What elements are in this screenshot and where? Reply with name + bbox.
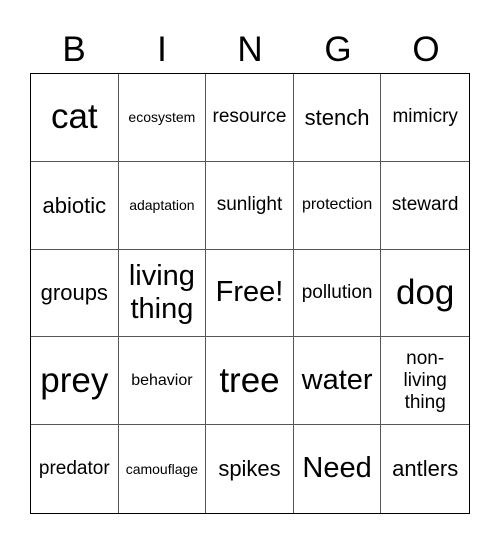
bingo-cell[interactable]: tree: [206, 337, 294, 426]
bingo-cell-text: camouflage: [125, 461, 199, 478]
bingo-cell[interactable]: antlers: [381, 425, 469, 513]
header-letter-n: N: [237, 30, 263, 69]
header-letter-b: B: [62, 30, 86, 69]
bingo-cell-text: water: [301, 364, 373, 397]
bingo-cell[interactable]: steward: [381, 162, 469, 250]
bingo-cell[interactable]: ecosystem: [118, 74, 207, 162]
bingo-cell[interactable]: living thing: [118, 249, 207, 338]
bingo-cell-text: steward: [391, 194, 459, 216]
bingo-cell[interactable]: water: [293, 337, 382, 426]
bingo-cell[interactable]: predator: [31, 425, 119, 513]
bingo-cell-text: Free!: [215, 276, 284, 309]
header-letter-g: G: [324, 30, 352, 69]
bingo-cell-text: dog: [395, 272, 455, 312]
bingo-cell[interactable]: mimicry: [381, 74, 469, 162]
bingo-cell-text: living thing: [128, 259, 195, 325]
bingo-cell-text: mimicry: [392, 106, 458, 128]
bingo-cell-text: predator: [38, 458, 110, 480]
bingo-cell-text: protection: [301, 196, 373, 213]
bingo-cell-text: adaptation: [129, 197, 195, 214]
header-letter-i: I: [157, 30, 167, 69]
bingo-header: B I N G O: [30, 30, 470, 70]
bingo-cell-text: non-living thing: [403, 348, 447, 413]
bingo-cell[interactable]: protection: [293, 161, 382, 250]
bingo-cell-text: spikes: [218, 456, 281, 482]
bingo-cell[interactable]: non-living thing: [381, 337, 469, 426]
bingo-cell-text: behavior: [131, 371, 193, 389]
bingo-cell-text: resource: [212, 106, 287, 128]
bingo-cell[interactable]: cat: [31, 74, 119, 162]
bingo-cell-text: prey: [40, 360, 109, 400]
bingo-card-grid: cat ecosystem resource stench mimicry abiotic…: [30, 73, 470, 514]
bingo-cell[interactable]: Need: [294, 425, 382, 513]
bingo-cell[interactable]: stench: [293, 74, 382, 162]
bingo-cell-text: abiotic: [42, 192, 107, 218]
bingo-cell-text: tree: [219, 360, 280, 400]
bingo-cell-text: pollution: [301, 282, 373, 304]
bingo-cell[interactable]: Free!: [206, 249, 294, 338]
bingo-cell-text: ecosystem: [128, 109, 196, 126]
bingo-cell[interactable]: resource: [206, 74, 294, 162]
bingo-cell-text: groups: [40, 280, 108, 306]
bingo-cell[interactable]: dog: [381, 250, 469, 338]
bingo-cell[interactable]: abiotic: [31, 161, 119, 250]
bingo-cell[interactable]: camouflage: [119, 425, 207, 513]
bingo-cell[interactable]: spikes: [206, 425, 294, 513]
bingo-cell[interactable]: adaptation: [118, 161, 207, 250]
bingo-cell[interactable]: sunlight: [206, 161, 294, 250]
bingo-cell-text: Need: [302, 452, 372, 485]
bingo-cell-text: stench: [304, 104, 370, 130]
bingo-cell[interactable]: pollution: [293, 249, 382, 338]
bingo-cell[interactable]: groups: [31, 249, 119, 338]
bingo-cell-text: cat: [50, 97, 98, 137]
bingo-cell[interactable]: prey: [31, 337, 119, 426]
header-letter-o: O: [412, 30, 440, 69]
bingo-cell[interactable]: behavior: [118, 337, 207, 426]
bingo-cell-text: sunlight: [216, 194, 283, 216]
bingo-cell-text: antlers: [392, 456, 459, 482]
